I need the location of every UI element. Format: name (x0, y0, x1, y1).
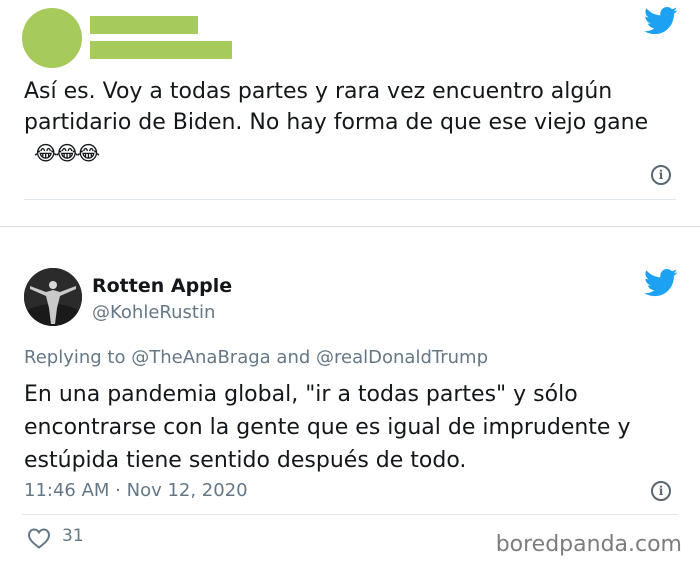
tweet-body: Así es. Voy a todas partes y rara vez en… (24, 79, 649, 135)
twitter-bird-icon[interactable] (644, 6, 678, 36)
user-handle[interactable]: @KohleRustin (92, 302, 215, 323)
separator (0, 226, 700, 227)
mention-link[interactable]: @TheAnaBraga (131, 347, 270, 368)
display-name[interactable]: Rotten Apple (92, 275, 232, 297)
tweet-text: En una pandemia global, "ir a todas part… (24, 382, 631, 473)
divider (22, 514, 678, 515)
replying-and: and (276, 347, 311, 368)
divider (24, 199, 676, 200)
tweet-card-1: Así es. Voy a todas partes y rara vez en… (0, 0, 700, 225)
timestamp[interactable]: 11:46 AM · Nov 12, 2020 (24, 480, 248, 501)
mention-link[interactable]: @realDonaldTrump (316, 347, 488, 368)
replying-to: Replying to @TheAnaBraga and @realDonald… (24, 347, 488, 368)
tweet-text: Así es. Voy a todas partes y rara vez en… (24, 76, 664, 169)
watermark: boredpanda.com (495, 532, 682, 557)
avatar[interactable] (24, 268, 82, 326)
laughing-emoji: 😂😂😂 (34, 141, 100, 165)
redacted-handle (90, 41, 232, 59)
redacted-display-name (90, 16, 198, 34)
like-count: 31 (62, 526, 84, 546)
info-icon[interactable]: i (651, 481, 671, 501)
twitter-bird-icon[interactable] (644, 268, 678, 298)
replying-prefix: Replying to (24, 347, 126, 368)
heart-icon[interactable] (27, 526, 51, 550)
redacted-avatar (22, 8, 82, 68)
info-icon[interactable]: i (651, 165, 671, 185)
